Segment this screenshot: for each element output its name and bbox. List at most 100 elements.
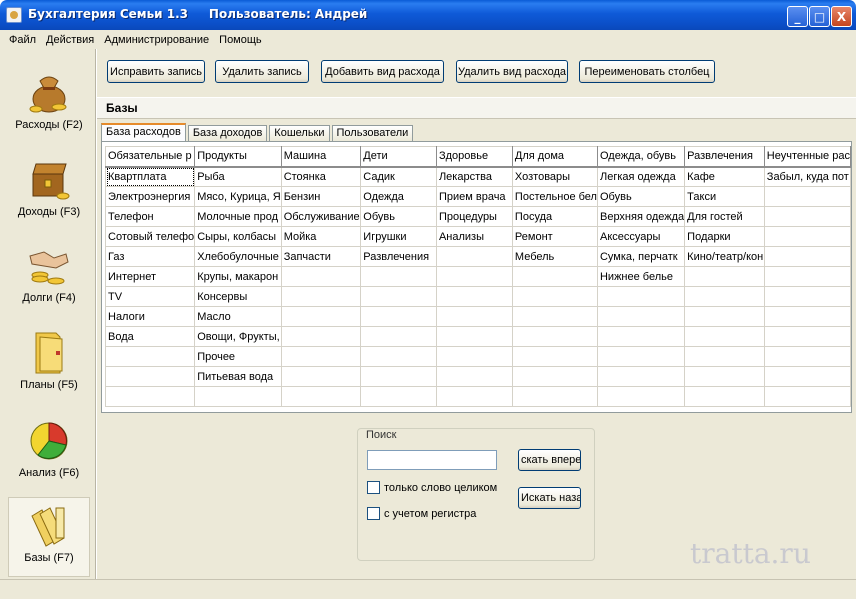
grid-cell[interactable] [763,186,852,207]
grid-cell[interactable] [435,346,513,367]
grid-cell[interactable]: Процедуры [435,206,513,227]
grid-cell[interactable] [360,366,437,387]
tab-wallets[interactable]: Кошельки [269,125,330,141]
grid-cell[interactable] [280,346,362,367]
column-header[interactable]: Здоровье [435,146,513,168]
grid-cell[interactable] [435,286,513,307]
grid-cell[interactable]: Крупы, макарон [194,266,282,287]
grid-cell[interactable]: Молочные прод [194,206,282,227]
grid-cell[interactable]: Посуда [511,206,598,227]
grid-cell[interactable] [435,306,513,327]
grid-cell[interactable]: Ремонт [511,226,598,247]
menu-file[interactable]: Файл [4,34,41,46]
grid-cell[interactable]: Легкая одежда [596,166,686,187]
rename-column-button[interactable]: Переименовать столбец [579,60,715,83]
grid-cell[interactable] [763,286,852,307]
nav-analysis[interactable]: Анализ (F6) [8,413,90,493]
grid-cell[interactable]: Квартплата [104,166,196,187]
column-header[interactable]: Одежда, обувь [596,146,686,168]
grid-cell[interactable] [763,306,852,327]
grid-cell[interactable]: Прием врача [435,186,513,207]
menu-admin[interactable]: Администрирование [99,34,214,46]
add-expense-type-button[interactable]: Добавить вид расхода [321,60,444,83]
grid-cell[interactable]: Анализы [435,226,513,247]
grid-cell[interactable]: Игрушки [360,226,437,247]
grid-cell[interactable] [763,326,852,347]
grid-cell[interactable]: Обувь [360,206,437,227]
grid-cell[interactable] [194,386,282,407]
grid-cell[interactable] [596,306,686,327]
grid-cell[interactable] [763,346,852,367]
grid-cell[interactable]: Электроэнергия [104,186,196,207]
grid-cell[interactable] [596,286,686,307]
tab-income-base[interactable]: База доходов [187,125,268,141]
grid-cell[interactable]: Лекарства [435,166,513,187]
delete-expense-type-button[interactable]: Удалить вид расхода [456,60,568,83]
grid-cell[interactable]: Садик [360,166,437,187]
grid-cell[interactable] [763,366,852,387]
grid-cell[interactable] [360,306,437,327]
column-header[interactable]: Неучтенные рас [763,146,852,168]
data-grid[interactable]: Обязательные р Продукты Машина Дети Здоровье… [104,146,852,407]
menu-actions[interactable]: Действия [41,34,99,46]
grid-cell[interactable]: Налоги [104,306,196,327]
grid-cell[interactable] [684,346,765,367]
grid-cell[interactable] [435,366,513,387]
find-next-button[interactable]: скать впере [518,449,581,471]
grid-cell[interactable] [596,326,686,347]
grid-cell[interactable] [360,346,437,367]
grid-cell[interactable]: Обувь [596,186,686,207]
grid-cell[interactable] [435,386,513,407]
grid-cell[interactable]: Сыры, колбасы [194,226,282,247]
grid-cell[interactable] [104,346,196,367]
column-header[interactable]: Обязательные р [104,146,196,168]
grid-cell[interactable]: Телефон [104,206,196,227]
grid-cell[interactable] [280,266,362,287]
minimize-button[interactable]: _ [787,6,808,27]
grid-cell[interactable]: Питьевая вода [194,366,282,387]
grid-cell[interactable] [684,266,765,287]
grid-cell[interactable]: Вода [104,326,196,347]
close-button[interactable]: X [831,6,852,27]
grid-cell[interactable] [435,266,513,287]
grid-cell[interactable] [596,366,686,387]
grid-cell[interactable] [684,366,765,387]
grid-cell[interactable]: Запчасти [280,246,362,267]
grid-cell[interactable] [280,386,362,407]
grid-cell[interactable]: Мясо, Курица, Я [194,186,282,207]
grid-cell[interactable] [104,386,196,407]
find-prev-button[interactable]: Искать назад [518,487,581,509]
whole-word-option[interactable]: только слово целиком [367,481,497,494]
nav-income[interactable]: Доходы (F3) [8,152,90,232]
tab-expense-base[interactable]: База расходов [101,123,186,141]
grid-cell[interactable]: Развлечения [360,246,437,267]
grid-cell[interactable] [435,246,513,267]
tab-users[interactable]: Пользователи [331,125,414,141]
delete-record-button[interactable]: Удалить запись [215,60,309,83]
grid-cell[interactable]: Овощи, Фрукты, [194,326,282,347]
maximize-button[interactable]: □ [809,6,830,27]
grid-cell[interactable]: Бензин [280,186,362,207]
grid-cell[interactable] [511,346,598,367]
match-case-checkbox[interactable] [367,507,380,520]
grid-cell[interactable] [280,306,362,327]
grid-cell[interactable] [763,206,852,227]
grid-cell[interactable] [104,366,196,387]
grid-cell[interactable]: Кафе [684,166,765,187]
grid-cell[interactable]: Забыл, куда пот [763,166,852,187]
grid-cell[interactable]: Прочее [194,346,282,367]
grid-cell[interactable] [511,386,598,407]
grid-cell[interactable] [511,266,598,287]
grid-cell[interactable]: Стоянка [280,166,362,187]
column-header[interactable]: Для дома [511,146,598,168]
grid-cell[interactable] [360,326,437,347]
grid-cell[interactable]: Газ [104,246,196,267]
grid-cell[interactable]: Мойка [280,226,362,247]
grid-cell[interactable]: TV [104,286,196,307]
grid-cell[interactable]: Кино/театр/кон [684,246,765,267]
search-input[interactable] [367,450,497,470]
grid-cell[interactable] [684,286,765,307]
grid-cell[interactable] [280,326,362,347]
grid-cell[interactable] [280,366,362,387]
grid-cell[interactable] [763,226,852,247]
